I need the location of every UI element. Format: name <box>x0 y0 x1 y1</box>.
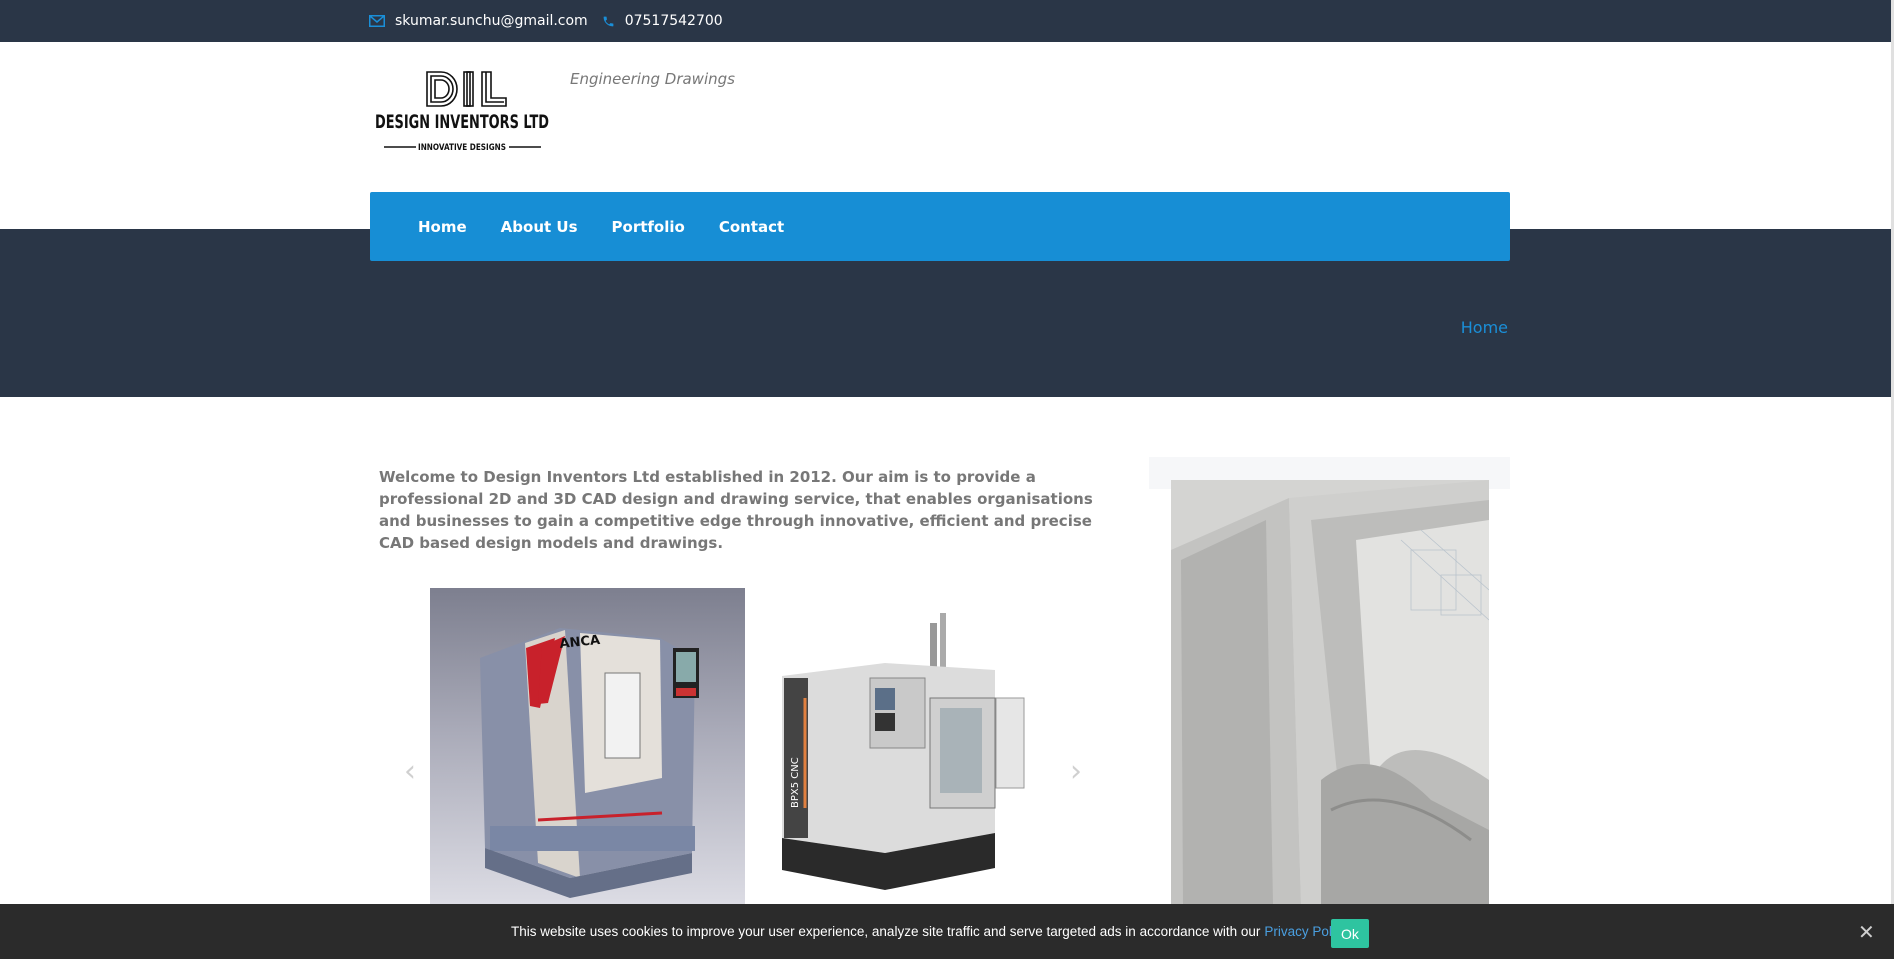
carousel-prev-arrow[interactable]: ‹ <box>404 754 416 789</box>
breadcrumb-home[interactable]: Home <box>1461 318 1508 337</box>
nav-item-portfolio[interactable]: Portfolio <box>612 218 685 236</box>
phone-icon <box>602 15 615 28</box>
cookie-message: This website uses cookies to improve you… <box>511 904 1351 959</box>
close-icon[interactable]: ✕ <box>1858 920 1875 944</box>
carousel-slide-anca-machine[interactable]: ANCA <box>430 588 745 904</box>
cookie-ok-button[interactable]: Ok <box>1331 919 1369 948</box>
nav-item-about-us[interactable]: About Us <box>501 218 578 236</box>
nav-item-home[interactable]: Home <box>418 218 467 236</box>
email-contact[interactable]: skumar.sunchu@gmail.com <box>369 13 588 29</box>
sidebar-cad-render-image[interactable] <box>1171 480 1489 904</box>
slide2-brand: BPX5 CNC <box>790 757 801 808</box>
site-tagline: Engineering Drawings <box>570 70 735 88</box>
cookie-consent-bar: This website uses cookies to improve you… <box>0 904 1894 959</box>
phone-contact[interactable]: 07517542700 <box>602 13 723 29</box>
intro-paragraph: Welcome to Design Inventors Ltd establis… <box>379 468 1093 552</box>
logo-slogan: INNOVATIVE DESIGNS <box>418 143 506 153</box>
email-text[interactable]: skumar.sunchu@gmail.com <box>395 13 588 29</box>
carousel-slide-bpx5-cnc-machine[interactable]: BPX5 CNC <box>770 608 1070 898</box>
cookie-text: This website uses cookies to improve you… <box>511 924 1261 939</box>
nav-item-contact[interactable]: Contact <box>719 218 784 236</box>
phone-text[interactable]: 07517542700 <box>625 13 723 29</box>
logo-company-name: DESIGN INVENTORS LTD <box>375 111 549 133</box>
company-logo[interactable]: DESIGN INVENTORS LTD INNOVATIVE DESIGNS <box>372 68 552 156</box>
top-contact-bar: skumar.sunchu@gmail.com 07517542700 <box>0 0 1894 42</box>
mail-icon <box>369 15 385 27</box>
main-navigation: Home About Us Portfolio Contact <box>370 192 1510 261</box>
carousel-next-arrow[interactable]: › <box>1070 754 1082 789</box>
